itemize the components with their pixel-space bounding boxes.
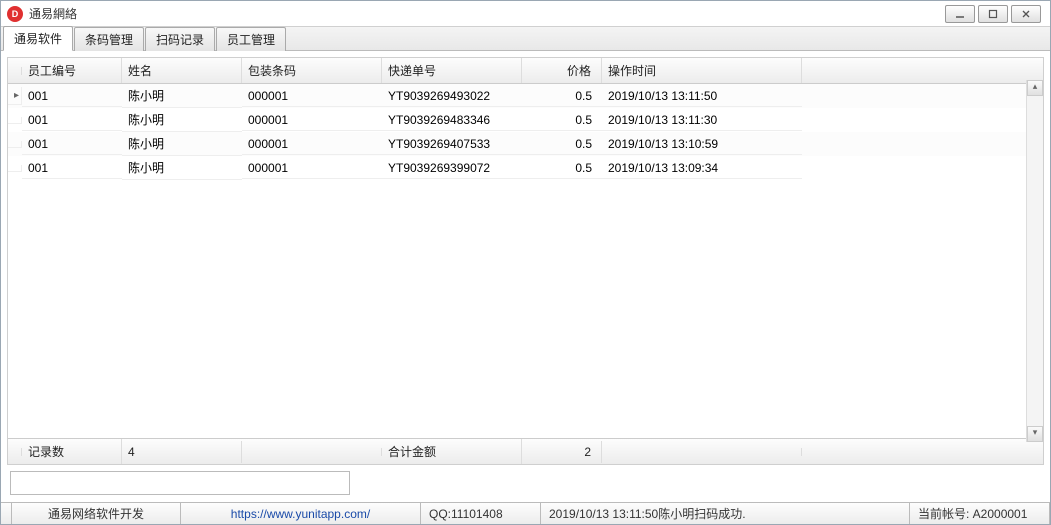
col-indicator [8, 67, 22, 75]
cell-name: 陈小明 [122, 156, 242, 180]
cell-express: YT9039269483346 [382, 110, 522, 131]
maximize-button[interactable] [978, 5, 1008, 23]
cell-express: YT9039269493022 [382, 86, 522, 107]
input-row [7, 465, 1044, 496]
titlebar[interactable]: D 通易網絡 [1, 1, 1050, 27]
window-title: 通易網絡 [29, 5, 77, 22]
scroll-down-icon[interactable]: ▾ [1027, 426, 1043, 442]
col-price[interactable]: 价格 [522, 58, 602, 83]
tab-staff[interactable]: 员工管理 [216, 27, 286, 51]
data-grid[interactable]: 员工编号 姓名 包装条码 快递单号 价格 操作时间 ▸ 001 陈小明 0000… [7, 57, 1044, 465]
cell-barcode: 000001 [242, 158, 382, 179]
cell-name: 陈小明 [122, 132, 242, 156]
cell-optime: 2019/10/13 13:11:30 [602, 110, 802, 131]
col-name[interactable]: 姓名 [122, 58, 242, 83]
cell-emp-id: 001 [22, 110, 122, 131]
footer-sum-value: 2 [522, 441, 602, 463]
grid-body: ▸ 001 陈小明 000001 YT9039269493022 0.5 201… [8, 84, 1043, 438]
scroll-track[interactable] [1027, 96, 1043, 426]
minimize-button[interactable] [945, 5, 975, 23]
col-express[interactable]: 快递单号 [382, 58, 522, 83]
grid-header: 员工编号 姓名 包装条码 快递单号 价格 操作时间 [8, 58, 1043, 84]
row-indicator-icon: ▸ [8, 87, 22, 105]
cell-name: 陈小明 [122, 84, 242, 108]
close-button[interactable] [1011, 5, 1041, 23]
status-company: 通易网络软件开发 [11, 503, 181, 524]
status-url[interactable]: https://www.yunitapp.com/ [181, 503, 421, 524]
cell-express: YT9039269399072 [382, 158, 522, 179]
app-window: D 通易網絡 通易软件 条码管理 扫码记录 员工管理 员工编号 姓名 包装条码 … [0, 0, 1051, 525]
cell-price: 0.5 [522, 158, 602, 179]
col-barcode[interactable]: 包装条码 [242, 58, 382, 83]
table-row[interactable]: 001 陈小明 000001 YT9039269483346 0.5 2019/… [8, 108, 1043, 132]
cell-name: 陈小明 [122, 108, 242, 132]
row-indicator-icon [8, 117, 22, 124]
footer-count-label: 记录数 [22, 439, 122, 464]
cell-optime: 2019/10/13 13:10:59 [602, 134, 802, 155]
col-emp-id[interactable]: 员工编号 [22, 58, 122, 83]
status-message: 2019/10/13 13:11:50陈小明扫码成功. [541, 503, 910, 524]
cell-barcode: 000001 [242, 134, 382, 155]
col-optime[interactable]: 操作时间 [602, 58, 802, 83]
cell-price: 0.5 [522, 110, 602, 131]
tab-barcode[interactable]: 条码管理 [74, 27, 144, 51]
cell-emp-id: 001 [22, 134, 122, 155]
cell-emp-id: 001 [22, 158, 122, 179]
scroll-up-icon[interactable]: ▴ [1027, 80, 1043, 96]
cell-express: YT9039269407533 [382, 134, 522, 155]
footer-count-value: 4 [122, 441, 242, 463]
client-area: 员工编号 姓名 包装条码 快递单号 价格 操作时间 ▸ 001 陈小明 0000… [1, 51, 1050, 502]
tab-scanlog[interactable]: 扫码记录 [145, 27, 215, 51]
cell-barcode: 000001 [242, 86, 382, 107]
footer-sum-label: 合计金额 [382, 439, 522, 464]
table-row[interactable]: 001 陈小明 000001 YT9039269399072 0.5 2019/… [8, 156, 1043, 180]
tabstrip: 通易软件 条码管理 扫码记录 员工管理 [1, 27, 1050, 51]
cell-price: 0.5 [522, 86, 602, 107]
cell-optime: 2019/10/13 13:11:50 [602, 86, 802, 107]
scan-input[interactable] [10, 471, 350, 495]
tab-main[interactable]: 通易软件 [3, 26, 73, 51]
table-row[interactable]: 001 陈小明 000001 YT9039269407533 0.5 2019/… [8, 132, 1043, 156]
cell-optime: 2019/10/13 13:09:34 [602, 158, 802, 179]
statusbar: 通易网络软件开发 https://www.yunitapp.com/ QQ:11… [1, 502, 1050, 524]
cell-barcode: 000001 [242, 110, 382, 131]
table-row[interactable]: ▸ 001 陈小明 000001 YT9039269493022 0.5 201… [8, 84, 1043, 108]
grid-footer: 记录数 4 合计金额 2 [8, 438, 1043, 464]
cell-emp-id: 001 [22, 86, 122, 107]
status-account: 当前帐号: A2000001 [910, 503, 1050, 524]
vertical-scrollbar[interactable]: ▴ ▾ [1026, 80, 1043, 442]
status-qq: QQ:11101408 [421, 503, 541, 524]
cell-price: 0.5 [522, 134, 602, 155]
row-indicator-icon [8, 141, 22, 148]
row-indicator-icon [8, 165, 22, 172]
app-icon: D [7, 6, 23, 22]
